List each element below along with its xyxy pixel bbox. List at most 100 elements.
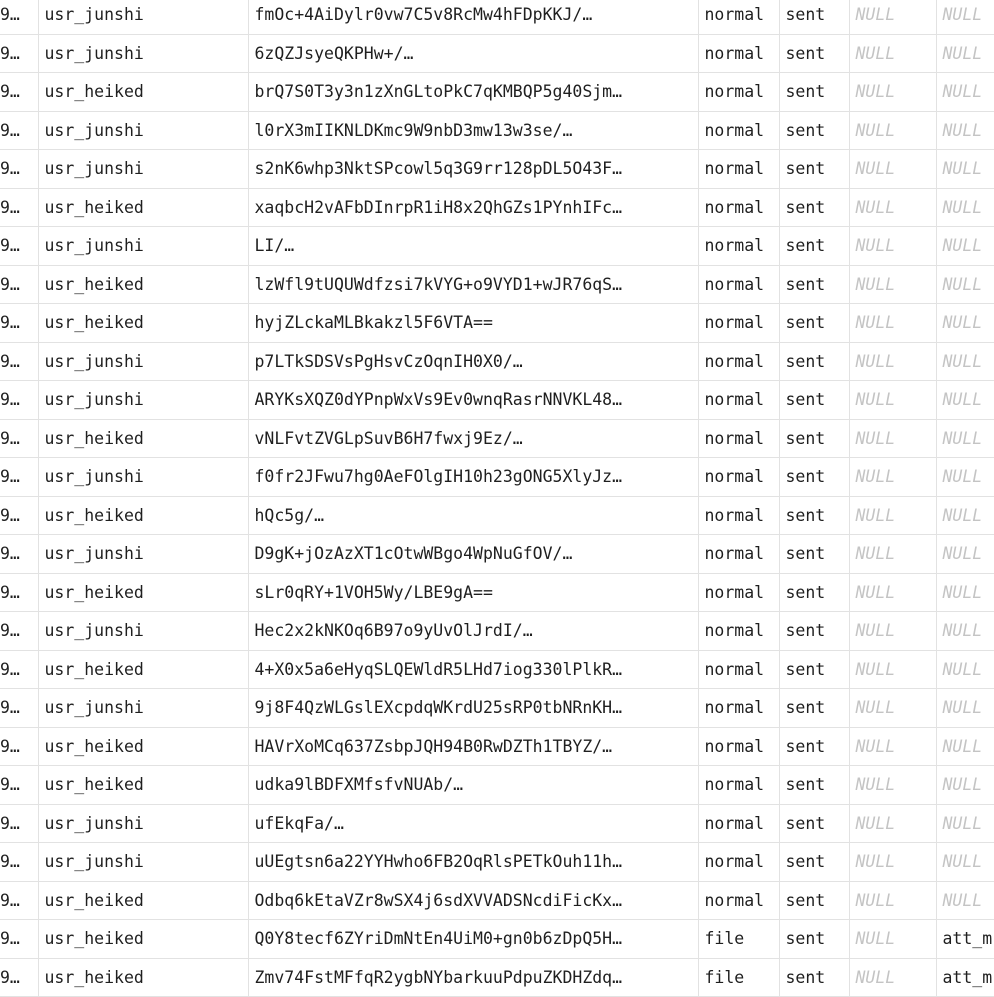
null-cell[interactable]: NULL [849, 804, 937, 843]
status-cell[interactable]: sent [779, 765, 850, 805]
type-cell[interactable]: normal [698, 804, 780, 843]
table-row[interactable]: 9… usr_heiked Zmv74FstMFfqR2ygbNYbarkuuPdp… [0, 958, 994, 997]
attachment-cell[interactable]: NULL [936, 457, 994, 497]
null-cell[interactable]: NULL [849, 534, 937, 574]
content-cell[interactable]: 6zQZJsyeQKPHw+/… [248, 34, 699, 73]
type-cell[interactable]: file [698, 958, 780, 997]
null-cell[interactable]: NULL [849, 727, 937, 766]
table-row[interactable]: 9… usr_heiked 4+X0x5a6eHyqSLQEWldR5LHd7iog… [0, 650, 994, 689]
id-cell[interactable]: 9… [0, 688, 39, 728]
null-cell[interactable]: NULL [849, 919, 937, 959]
attachment-cell[interactable]: NULL [936, 611, 994, 651]
table-row[interactable]: 9… usr_heiked sLr0qRY+1VOH5Wy/LBE9gA== norm… [0, 573, 994, 612]
sender-cell[interactable]: usr_heiked [38, 265, 249, 304]
content-cell[interactable]: fmOc+4AiDylr0vw7C5v8RcMw4hFDpKKJ/… [248, 0, 699, 35]
id-cell[interactable]: 9… [0, 380, 39, 420]
status-cell[interactable]: sent [779, 303, 850, 343]
content-cell[interactable]: brQ7S0T3y3n1zXnGLtoPkC7qKMBQP5g40Sjm… [248, 72, 699, 112]
status-cell[interactable]: sent [779, 226, 850, 266]
status-cell[interactable]: sent [779, 573, 850, 612]
sender-cell[interactable]: usr_junshi [38, 804, 249, 843]
table-row[interactable]: 9… usr_heiked udka9lBDFXMfsfvNUAb/… normal s… [0, 765, 994, 805]
null-cell[interactable]: NULL [849, 496, 937, 535]
id-cell[interactable]: 9… [0, 496, 39, 535]
table-row[interactable]: 9… usr_heiked Q0Y8tecf6ZYriDmNtEn4UiM0+gn0… [0, 919, 994, 959]
attachment-cell[interactable]: NULL [936, 34, 994, 73]
sender-cell[interactable]: usr_junshi [38, 688, 249, 728]
null-cell[interactable]: NULL [849, 188, 937, 227]
null-cell[interactable]: NULL [849, 111, 937, 150]
sender-cell[interactable]: usr_junshi [38, 380, 249, 420]
status-cell[interactable]: sent [779, 958, 850, 997]
status-cell[interactable]: sent [779, 342, 850, 381]
sender-cell[interactable]: usr_junshi [38, 457, 249, 497]
status-cell[interactable]: sent [779, 804, 850, 843]
status-cell[interactable]: sent [779, 265, 850, 304]
id-cell[interactable]: 9… [0, 0, 39, 35]
attachment-cell[interactable]: NULL [936, 573, 994, 612]
table-row[interactable]: 9… usr_junshi Hec2x2kNKOq6B97o9yUvOlJrdI/…… [0, 611, 994, 651]
type-cell[interactable]: normal [698, 650, 780, 689]
type-cell[interactable]: normal [698, 534, 780, 574]
id-cell[interactable]: 9… [0, 342, 39, 381]
sender-cell[interactable]: usr_heiked [38, 72, 249, 112]
sender-cell[interactable]: usr_junshi [38, 611, 249, 651]
attachment-cell[interactable]: NULL [936, 727, 994, 766]
status-cell[interactable]: sent [779, 727, 850, 766]
table-row[interactable]: 9… usr_junshi fmOc+4AiDylr0vw7C5v8RcMw4hFD… [0, 0, 994, 35]
attachment-cell[interactable]: NULL [936, 881, 994, 920]
content-cell[interactable]: Odbq6kEtaVZr8wSX4j6sdXVVADSNcdiFicKx… [248, 881, 699, 920]
id-cell[interactable]: 9… [0, 842, 39, 882]
table-row[interactable]: 9… usr_junshi 6zQZJsyeQKPHw+/… normal sent NU… [0, 34, 994, 73]
id-cell[interactable]: 9… [0, 534, 39, 574]
status-cell[interactable]: sent [779, 72, 850, 112]
table-row[interactable]: 9… usr_heiked xaqbcH2vAFbDInrpR1iH8x2QhGZs… [0, 188, 994, 227]
content-cell[interactable]: 9j8F4QzWLGslEXcpdqWKrdU25sRP0tbNRnKH… [248, 688, 699, 728]
attachment-cell[interactable]: att_m [936, 919, 994, 959]
content-cell[interactable]: HAVrXoMCq637ZsbpJQH94B0RwDZTh1TBYZ/… [248, 727, 699, 766]
type-cell[interactable]: normal [698, 303, 780, 343]
sender-cell[interactable]: usr_heiked [38, 958, 249, 997]
type-cell[interactable]: file [698, 919, 780, 959]
attachment-cell[interactable]: NULL [936, 265, 994, 304]
sender-cell[interactable]: usr_heiked [38, 919, 249, 959]
type-cell[interactable]: normal [698, 72, 780, 112]
type-cell[interactable]: normal [698, 111, 780, 150]
null-cell[interactable]: NULL [849, 265, 937, 304]
table-row[interactable]: 9… usr_heiked vNLFvtZVGLpSuvB6H7fwxj9Ez/… n… [0, 419, 994, 458]
id-cell[interactable]: 9… [0, 72, 39, 112]
null-cell[interactable]: NULL [849, 765, 937, 805]
sender-cell[interactable]: usr_junshi [38, 342, 249, 381]
type-cell[interactable]: normal [698, 842, 780, 882]
sender-cell[interactable]: usr_junshi [38, 149, 249, 189]
type-cell[interactable]: normal [698, 380, 780, 420]
null-cell[interactable]: NULL [849, 342, 937, 381]
type-cell[interactable]: normal [698, 265, 780, 304]
status-cell[interactable]: sent [779, 0, 850, 35]
content-cell[interactable]: udka9lBDFXMfsfvNUAb/… [248, 765, 699, 805]
null-cell[interactable]: NULL [849, 303, 937, 343]
type-cell[interactable]: normal [698, 688, 780, 728]
null-cell[interactable]: NULL [849, 958, 937, 997]
id-cell[interactable]: 9… [0, 881, 39, 920]
sender-cell[interactable]: usr_heiked [38, 650, 249, 689]
id-cell[interactable]: 9… [0, 573, 39, 612]
attachment-cell[interactable]: NULL [936, 419, 994, 458]
id-cell[interactable]: 9… [0, 611, 39, 651]
type-cell[interactable]: normal [698, 419, 780, 458]
attachment-cell[interactable]: NULL [936, 226, 994, 266]
table-row[interactable]: 9… usr_heiked lzWfl9tUQUWdfzsi7kVYG+o9VYD1… [0, 265, 994, 304]
attachment-cell[interactable]: NULL [936, 380, 994, 420]
sender-cell[interactable]: usr_heiked [38, 303, 249, 343]
table-row[interactable]: 9… usr_junshi LI/… normal sent NULL NULL [0, 226, 994, 266]
attachment-cell[interactable]: NULL [936, 496, 994, 535]
content-cell[interactable]: Hec2x2kNKOq6B97o9yUvOlJrdI/… [248, 611, 699, 651]
type-cell[interactable]: normal [698, 34, 780, 73]
id-cell[interactable]: 9… [0, 149, 39, 189]
status-cell[interactable]: sent [779, 881, 850, 920]
type-cell[interactable]: normal [698, 573, 780, 612]
attachment-cell[interactable]: NULL [936, 842, 994, 882]
null-cell[interactable]: NULL [849, 457, 937, 497]
content-cell[interactable]: Zmv74FstMFfqR2ygbNYbarkuuPdpuZKDHZdq… [248, 958, 699, 997]
content-cell[interactable]: D9gK+jOzAzXT1cOtwWBgo4WpNuGfOV/… [248, 534, 699, 574]
